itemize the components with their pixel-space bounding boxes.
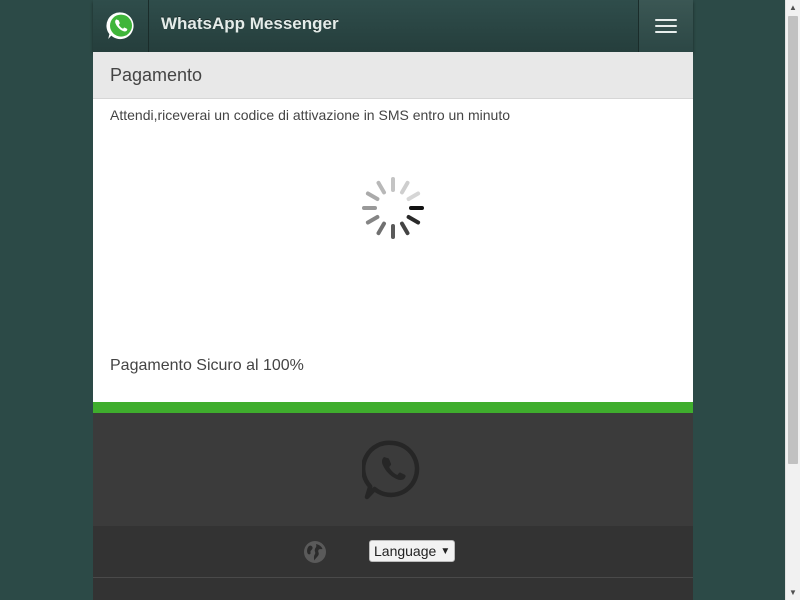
vertical-scrollbar[interactable]: ▲ ▼ xyxy=(785,0,800,600)
content-panel: Attendi,riceverai un codice di attivazio… xyxy=(93,99,693,402)
page: WhatsApp Messenger Pagamento Attendi,ric… xyxy=(93,0,693,600)
chevron-down-icon: ▼ xyxy=(440,546,451,557)
language-bar: Language ▼ xyxy=(93,526,693,578)
language-select-value: Language xyxy=(374,543,437,559)
menu-button[interactable] xyxy=(638,0,693,52)
header-bar: WhatsApp Messenger xyxy=(93,0,693,52)
language-select[interactable]: Language ▼ xyxy=(369,540,456,562)
footer-bottom xyxy=(93,578,693,600)
footer xyxy=(93,413,693,526)
app-title: WhatsApp Messenger xyxy=(161,14,339,33)
header-logo[interactable] xyxy=(93,0,149,52)
section-title: Pagamento xyxy=(110,65,203,85)
globe-icon xyxy=(304,541,326,563)
scroll-up-arrow-icon[interactable]: ▲ xyxy=(786,0,800,15)
whatsapp-logo-icon xyxy=(105,12,134,40)
scroll-down-arrow-icon[interactable]: ▼ xyxy=(786,585,800,600)
green-divider-bar xyxy=(93,402,693,413)
hamburger-menu-icon xyxy=(655,15,677,37)
loading-spinner-icon xyxy=(362,177,424,239)
secure-payment-text: Pagamento Sicuro al 100% xyxy=(110,357,304,374)
section-header: Pagamento xyxy=(93,52,693,99)
activation-message: Attendi,riceverai un codice di attivazio… xyxy=(110,107,510,123)
whatsapp-logo-icon xyxy=(362,440,420,500)
scrollbar-thumb[interactable] xyxy=(788,16,798,464)
